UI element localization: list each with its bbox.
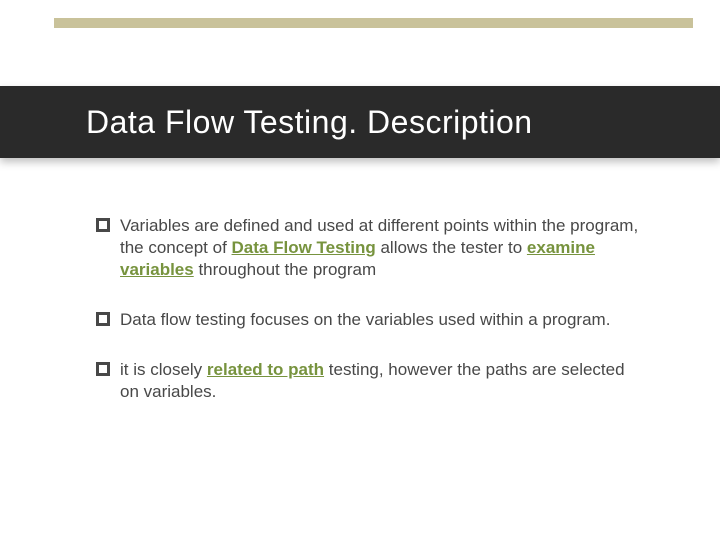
bullet-square-icon	[96, 218, 120, 233]
bullet-square-icon	[96, 362, 120, 377]
bullet-text: Variables are defined and used at differ…	[120, 215, 640, 281]
text-segment: allows the tester to	[376, 238, 527, 257]
bullet-item: Data flow testing focuses on the variabl…	[96, 309, 640, 331]
slide-title: Data Flow Testing. Description	[0, 104, 533, 141]
bullet-item: Variables are defined and used at differ…	[96, 215, 640, 281]
text-segment: it is closely	[120, 360, 207, 379]
content-area: Variables are defined and used at differ…	[96, 215, 640, 432]
bullet-item: it is closely related to path testing, h…	[96, 359, 640, 403]
text-segment: throughout the program	[194, 260, 376, 279]
text-segment: Data flow testing focuses on the variabl…	[120, 310, 610, 329]
title-bar: Data Flow Testing. Description	[0, 86, 720, 158]
emphasis-text: Data Flow Testing	[232, 238, 376, 257]
bullet-text: Data flow testing focuses on the variabl…	[120, 309, 640, 331]
bullet-text: it is closely related to path testing, h…	[120, 359, 640, 403]
bullet-square-icon	[96, 312, 120, 327]
decorative-top-stripe	[54, 18, 693, 28]
emphasis-text: related to path	[207, 360, 324, 379]
